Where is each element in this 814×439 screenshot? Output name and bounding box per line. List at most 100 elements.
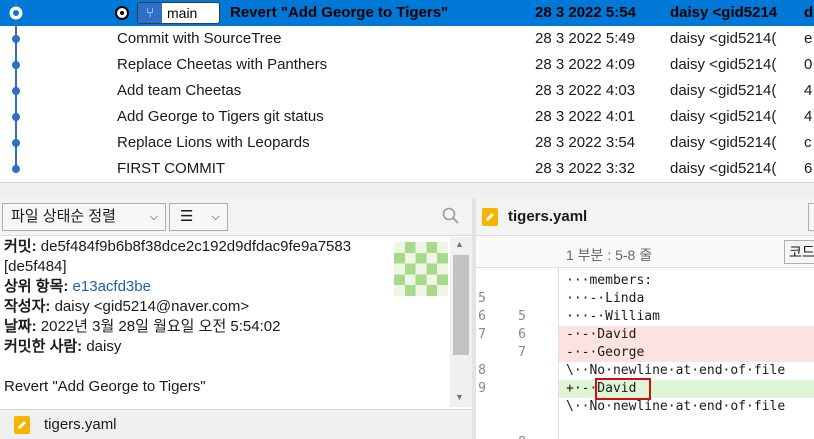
chevron-down-icon: ⌵ [149,211,158,223]
diff-header: tigers.yaml [476,198,814,236]
diff-line-removed: 8 -·-·David [476,326,814,378]
commit-hash: 4 [804,82,813,99]
parent-commit-link[interactable]: e13acfd3be [73,278,151,295]
hunk-action-button[interactable]: 코드 [784,240,814,264]
commit-row[interactable]: Add team Cheetas 28 3 2022 4:03 daisy <g… [0,78,814,104]
diff-options-button[interactable] [808,203,814,231]
changed-file-item[interactable]: tigers.yaml [0,409,472,439]
detail-date-value: 2022년 3월 28일 월요일 오전 5:54:02 [40,318,281,335]
commit-subject: Add George to Tigers git status [117,108,324,125]
details-scrollbar[interactable]: ▲ ▼ [450,237,472,407]
hunk-header: 1 부분 : 5-8 줄 코드 [476,236,814,268]
detail-commit-value: de5f484f9b6b8f38dce2c192d9dfdac9fe9a7583 [40,238,352,255]
commit-date: 28 3 2022 4:03 [535,82,636,99]
commit-row[interactable]: Replace Cheetas with Panthers 28 3 2022 … [0,52,814,78]
new-line-number: 8 [516,434,526,439]
commit-hash: 0 [804,56,813,73]
commit-subject: Replace Lions with Leopards [117,134,310,151]
commit-hash: d [804,4,814,21]
commit-author: daisy <gid5214( [670,56,777,73]
diff-code: ···-·William [566,309,660,324]
commit-date: 28 3 2022 5:49 [535,30,636,47]
changed-file-name: tigers.yaml [44,416,117,433]
graph-node [12,35,20,43]
commit-date: 28 3 2022 5:54 [535,4,636,21]
modified-file-icon [482,208,498,226]
detail-committer-label: 커밋한 사람: [4,338,83,355]
commit-author: daisy <gid5214( [670,82,777,99]
highlight-box [595,378,651,400]
commit-hash: 6 [804,160,813,177]
diff-code: -·-·George [566,345,645,360]
diff-code: \··No·newline·at·end·of·file [566,399,786,414]
commit-message: Revert "Add George to Tigers" [4,378,206,395]
detail-commit-label: 커밋: [4,238,37,255]
branch-tag-label: main [167,5,198,21]
scrollbar-thumb[interactable] [453,255,469,355]
file-toolbar: 파일 상태순 정렬 ⌵ ☰ ⌵ [0,198,472,236]
branch-tag-main[interactable]: ⑂ main [137,2,220,24]
detail-spacer [4,357,450,377]
commit-row[interactable]: FIRST COMMIT 28 3 2022 3:32 daisy <gid52… [0,156,814,182]
commit-subject: Revert "Add George to Tigers" [230,4,449,21]
detail-date-label: 날짜: [4,318,37,335]
scroll-down-icon[interactable]: ▼ [455,392,464,402]
commit-date: 28 3 2022 4:01 [535,108,636,125]
diff-line-added: 8 +·-·David [476,378,814,439]
diff-code: ···-·Linda [566,291,645,306]
commit-row[interactable]: ⑂ main Revert "Add George to Tigers" 28 … [0,0,814,26]
branch-icon: ⑂ [138,3,162,23]
view-mode-dropdown[interactable]: ☰ ⌵ [169,203,228,231]
commit-hash: 4 [804,108,813,125]
diff-line-context: 6 6 ···-·Linda [476,290,814,342]
modified-file-icon [14,416,30,434]
commit-subject: FIRST COMMIT [117,160,226,177]
detail-short-hash: [de5f484] [4,258,67,275]
head-marker-icon [115,6,129,20]
commit-hash: e [804,30,813,47]
graph-node [12,165,20,173]
chevron-down-icon: ⌵ [211,211,220,223]
diff-line-context: \··No·newline·at·end·of·file [476,398,814,416]
graph-node [12,113,20,121]
commit-details-panel: 파일 상태순 정렬 ⌵ ☰ ⌵ 커밋: de5f484f9b6b8f38dce2… [0,198,472,439]
commit-row[interactable]: Replace Lions with Leopards 28 3 2022 3:… [0,130,814,156]
horizontal-splitter[interactable] [0,182,814,198]
detail-committer-row: 커밋한 사람: daisy [4,337,450,357]
commit-details: 커밋: de5f484f9b6b8f38dce2c192d9dfdac9fe9a… [0,237,450,407]
commit-author: daisy <gid5214 [670,4,778,21]
commit-date: 28 3 2022 4:09 [535,56,636,73]
commit-graph [9,6,23,173]
commit-author: daisy <gid5214( [670,108,777,125]
sort-dropdown[interactable]: 파일 상태순 정렬 ⌵ [2,203,166,231]
commit-date: 28 3 2022 3:54 [535,134,636,151]
scroll-up-icon[interactable]: ▲ [455,239,464,249]
commit-author: daisy <gid5214( [670,134,777,151]
commit-subject: Add team Cheetas [117,82,242,99]
graph-node [12,87,20,95]
diff-line-context: 7 7 ···-·William [476,308,814,360]
graph-node-head-inner [11,8,21,18]
commit-row[interactable]: Add George to Tigers git status 28 3 202… [0,104,814,130]
detail-commit-row: 커밋: de5f484f9b6b8f38dce2c192d9dfdac9fe9a… [4,237,450,257]
commit-author: daisy <gid5214( [670,30,777,47]
commit-row[interactable]: Commit with SourceTree 28 3 2022 5:49 da… [0,26,814,52]
detail-committer-value: daisy [86,338,122,355]
detail-author-label: 작성자: [4,298,51,315]
graph-node [12,61,20,69]
detail-author-value: daisy <gid5214@naver.com> [54,298,250,315]
commit-date: 28 3 2022 3:32 [535,160,636,177]
detail-parent-label: 상위 항목: [4,278,69,295]
diff-code: -·-·David [566,327,637,342]
diff-line-removed: 9 -·-·George [476,344,814,396]
commit-subject: Replace Cheetas with Panthers [117,56,328,73]
commit-hash: c [804,134,812,151]
search-icon[interactable] [441,206,461,226]
sort-dropdown-label: 파일 상태순 정렬 [11,208,116,225]
commit-list: ⑂ main Revert "Add George to Tigers" 28 … [0,0,814,182]
diff-panel: tigers.yaml 1 부분 : 5-8 줄 코드 5 5 ···membe… [476,198,814,439]
detail-author-row: 작성자: daisy <gid5214@naver.com> [4,297,450,317]
diff-file-name: tigers.yaml [508,208,588,225]
diff-code: ···members: [566,273,653,288]
hunk-label: 1 부분 : 5-8 줄 [566,247,653,263]
